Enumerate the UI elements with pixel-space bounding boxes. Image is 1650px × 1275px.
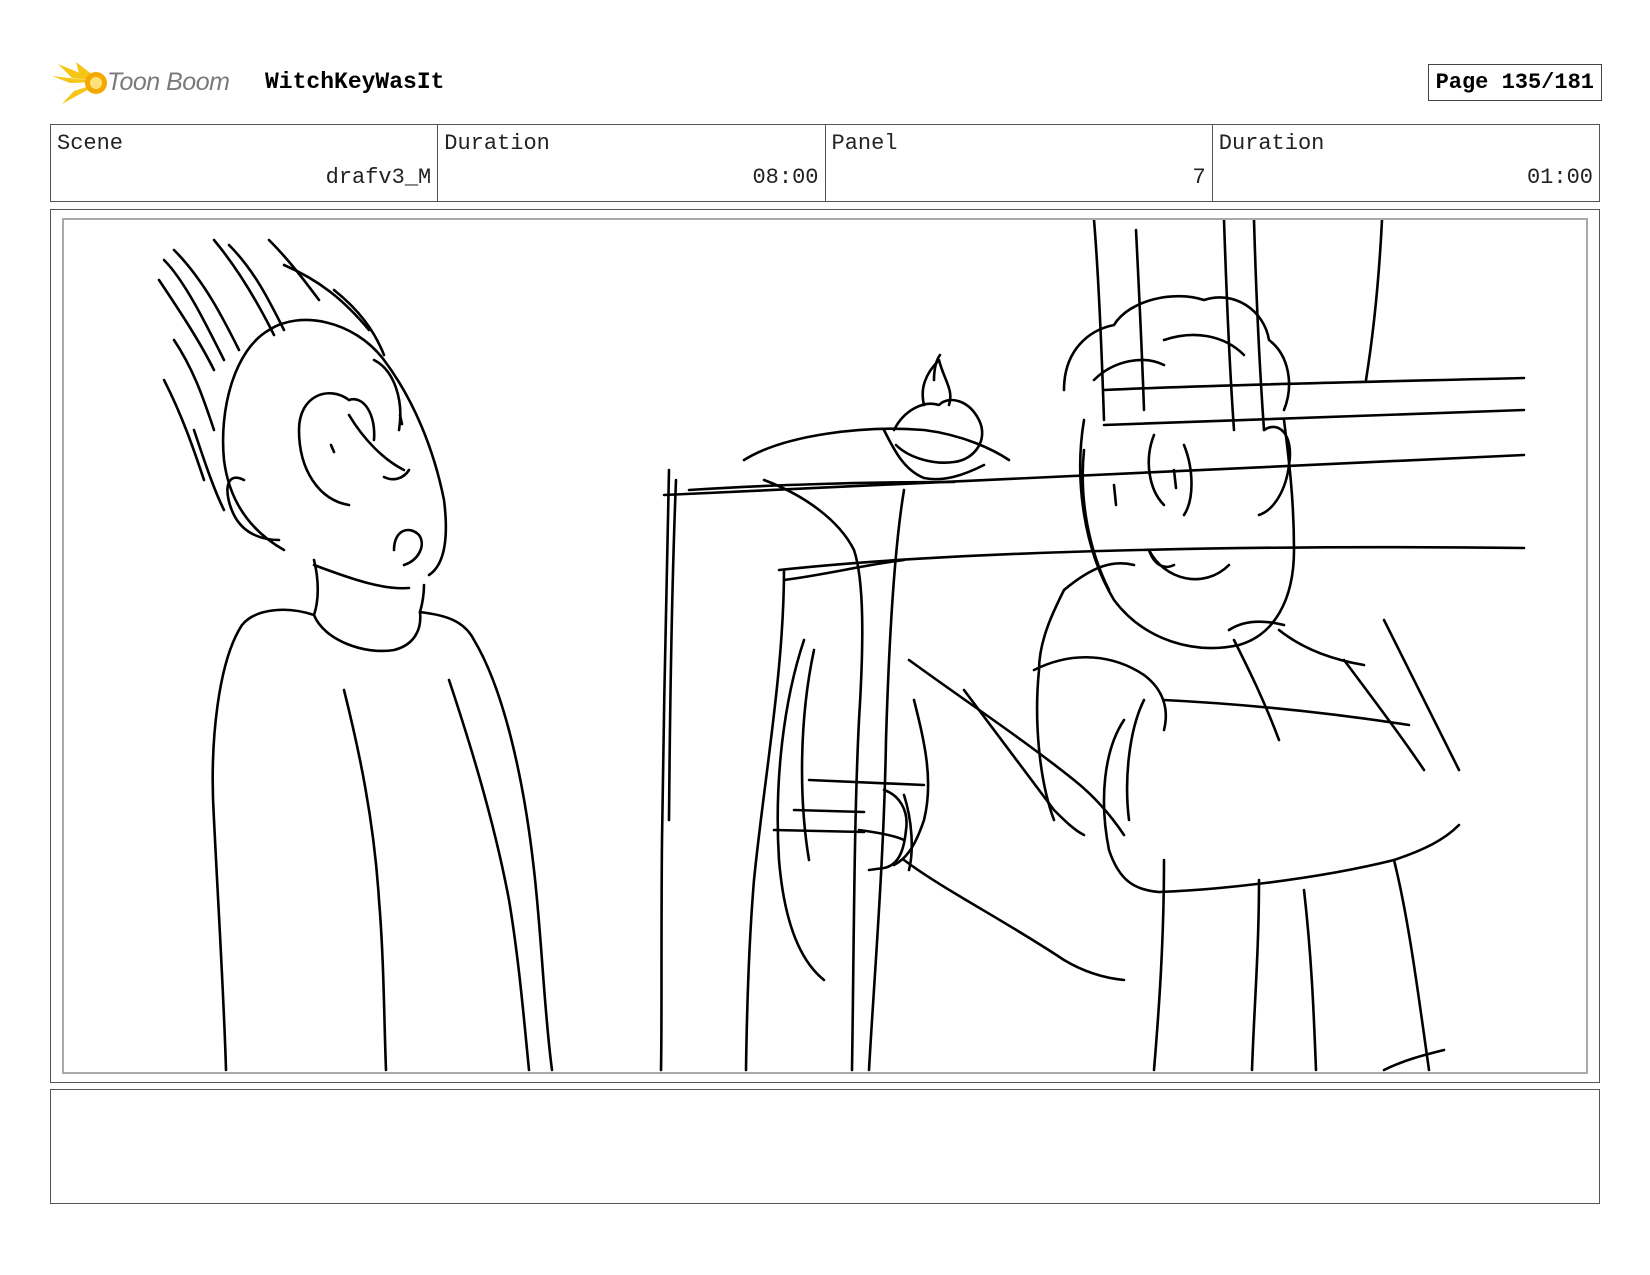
panel-sketch xyxy=(157,220,1526,1072)
center-object-sketch xyxy=(659,353,1011,1072)
panel-notes-box xyxy=(50,1089,1600,1204)
scene-duration-label: Duration xyxy=(444,131,550,156)
panel-safe-area xyxy=(62,218,1588,1074)
starburst-icon xyxy=(52,62,107,104)
scene-label: Scene xyxy=(57,131,124,156)
toon-boom-logo: Toon Boom xyxy=(52,60,252,106)
left-character-sketch xyxy=(157,238,554,1072)
logo-text: Toon Boom xyxy=(107,68,230,96)
storyboard-panel xyxy=(50,209,1600,1083)
scene-value: drafv3_M xyxy=(325,165,432,190)
panel-duration-cell: Duration 01:00 xyxy=(1213,125,1599,201)
right-character-sketch xyxy=(662,220,1526,1072)
scene-duration-value: 08:00 xyxy=(752,165,819,190)
panel-value: 7 xyxy=(1192,165,1206,190)
panel-duration-value: 01:00 xyxy=(1526,165,1593,190)
panel-duration-label: Duration xyxy=(1218,131,1325,156)
scene-duration-cell: Duration 08:00 xyxy=(438,125,826,201)
panel-label: Panel xyxy=(831,131,898,156)
project-title: WitchKeyWasIt xyxy=(265,69,445,95)
panel-cell: Panel 7 xyxy=(826,125,1213,201)
page-header: Toon Boom WitchKeyWasIt Page 135/181 xyxy=(52,58,1602,108)
scene-cell: Scene drafv3_M xyxy=(51,125,439,201)
page-number: Page 135/181 xyxy=(1427,64,1602,101)
scene-info-bar: Scene drafv3_M Duration 08:00 Panel 7 Du… xyxy=(50,124,1600,202)
